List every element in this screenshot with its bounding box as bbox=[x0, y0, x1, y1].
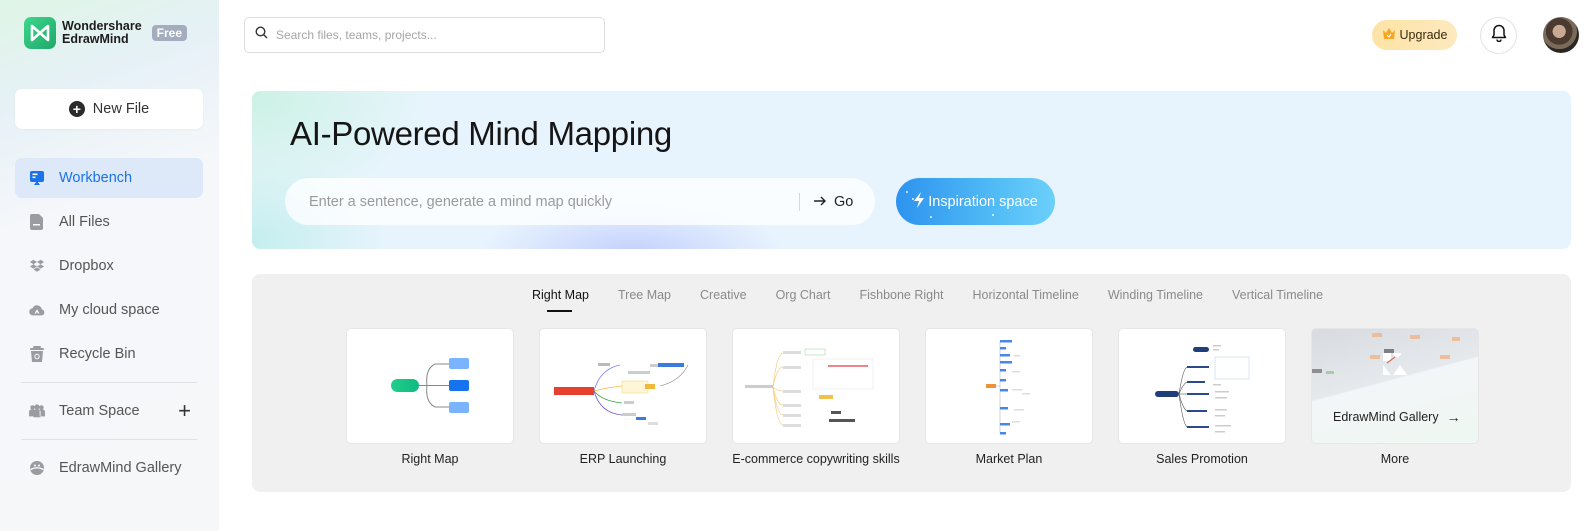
notifications-button[interactable] bbox=[1480, 17, 1517, 54]
ai-hero-banner: AI-Powered Mind Mapping Go Inspiration s… bbox=[252, 91, 1571, 249]
gallery-link-label: EdrawMind Gallery bbox=[1333, 410, 1439, 424]
gallery-link[interactable]: EdrawMind Gallery → bbox=[1333, 409, 1461, 425]
template-card-market-plan[interactable]: Market Plan bbox=[925, 328, 1093, 466]
tab-org-chart[interactable]: Org Chart bbox=[776, 288, 831, 302]
template-card-label: E-commerce copywriting skills bbox=[732, 452, 900, 466]
sparkle-decoration bbox=[906, 191, 908, 193]
new-file-button[interactable]: + New File bbox=[15, 89, 203, 129]
gallery-thumbnail: EdrawMind Gallery → bbox=[1311, 328, 1479, 444]
tab-tree-map[interactable]: Tree Map bbox=[618, 288, 671, 302]
sales-promotion-mindmap-preview-icon bbox=[1155, 345, 1250, 433]
market-plan-mindmap-preview-icon bbox=[986, 340, 1030, 435]
arrow-right-icon bbox=[814, 194, 827, 210]
dropbox-icon bbox=[29, 258, 45, 274]
template-card-more[interactable]: EdrawMind Gallery → More bbox=[1311, 328, 1479, 466]
arrow-right-icon: → bbox=[1446, 409, 1461, 425]
brand[interactable]: Wondershare EdrawMind Free bbox=[24, 17, 188, 49]
template-card-label: Sales Promotion bbox=[1156, 452, 1248, 466]
sparkle-decoration bbox=[992, 214, 994, 216]
template-cards: Right Map ERP Launching E-commerce copyw… bbox=[346, 328, 1504, 466]
tab-winding-timeline[interactable]: Winding Timeline bbox=[1108, 288, 1203, 302]
sidebar-item-recycle-bin[interactable]: Recycle Bin bbox=[15, 334, 203, 374]
go-button[interactable]: Go bbox=[814, 194, 853, 210]
sidebar-item-label: Dropbox bbox=[59, 258, 114, 274]
cloud-icon bbox=[29, 302, 45, 318]
template-card-label: Right Map bbox=[401, 452, 459, 466]
sidebar-item-label: Recycle Bin bbox=[59, 346, 136, 362]
templates-panel: Right Map Tree Map Creative Org Chart Fi… bbox=[252, 274, 1571, 492]
sidebar-item-label: Team Space bbox=[59, 403, 140, 419]
template-card-ecommerce-copywriting[interactable]: E-commerce copywriting skills bbox=[732, 328, 900, 466]
plan-badge: Free bbox=[151, 25, 188, 41]
ai-prompt-input[interactable] bbox=[309, 193, 799, 210]
plus-circle-icon: + bbox=[68, 101, 85, 117]
sidebar-item-workbench[interactable]: Workbench bbox=[15, 158, 203, 198]
go-separator bbox=[799, 192, 800, 211]
ecommerce-mindmap-preview-icon bbox=[745, 348, 874, 427]
search-bar[interactable] bbox=[244, 17, 605, 53]
search-input[interactable] bbox=[276, 28, 586, 42]
team-icon bbox=[29, 403, 45, 419]
search-icon bbox=[255, 26, 268, 44]
go-label: Go bbox=[834, 193, 854, 210]
ai-prompt-box[interactable]: Go bbox=[285, 178, 875, 225]
new-file-label: New File bbox=[92, 101, 150, 117]
trash-icon bbox=[29, 346, 45, 362]
tab-horizontal-timeline[interactable]: Horizontal Timeline bbox=[973, 288, 1079, 302]
upgrade-button[interactable]: Upgrade bbox=[1372, 20, 1457, 50]
gallery-logo-icon bbox=[1383, 349, 1407, 380]
template-card-right-map[interactable]: Right Map bbox=[346, 328, 514, 466]
upgrade-label: Upgrade bbox=[1399, 28, 1448, 42]
bell-icon bbox=[1491, 24, 1507, 47]
brand-name-line2: EdrawMind bbox=[62, 32, 129, 46]
crown-icon bbox=[1382, 27, 1396, 43]
sparkle-decoration bbox=[912, 198, 914, 200]
template-card-label: More bbox=[1380, 452, 1410, 466]
sidebar-item-cloud-space[interactable]: My cloud space bbox=[15, 290, 203, 330]
sparkle-decoration bbox=[930, 216, 932, 218]
tab-fishbone-right[interactable]: Fishbone Right bbox=[859, 288, 943, 302]
sidebar-item-label: My cloud space bbox=[59, 302, 160, 318]
erp-mindmap-preview-icon bbox=[554, 363, 689, 425]
template-thumbnail bbox=[732, 328, 900, 444]
template-tabs: Right Map Tree Map Creative Org Chart Fi… bbox=[532, 288, 1352, 312]
template-card-label: ERP Launching bbox=[579, 452, 667, 466]
sidebar-divider bbox=[21, 439, 197, 440]
tab-vertical-timeline[interactable]: Vertical Timeline bbox=[1232, 288, 1323, 302]
sidebar-item-dropbox[interactable]: Dropbox bbox=[15, 246, 203, 286]
inspiration-space-button[interactable]: Inspiration space bbox=[896, 178, 1055, 225]
edrawmind-logo-icon bbox=[24, 17, 56, 49]
right-map-preview-icon bbox=[391, 358, 469, 413]
file-icon bbox=[29, 214, 45, 230]
sidebar-item-label: EdrawMind Gallery bbox=[59, 460, 182, 476]
tab-right-map[interactable]: Right Map bbox=[532, 288, 589, 312]
brand-name: Wondershare EdrawMind bbox=[62, 20, 142, 46]
user-avatar[interactable] bbox=[1543, 17, 1579, 53]
workbench-icon bbox=[29, 170, 45, 186]
inspiration-label: Inspiration space bbox=[928, 193, 1038, 210]
sidebar-item-label: Workbench bbox=[59, 170, 133, 186]
sidebar-item-gallery[interactable]: EdrawMind Gallery bbox=[15, 448, 203, 488]
template-thumbnail bbox=[346, 328, 514, 444]
template-card-sales-promotion[interactable]: Sales Promotion bbox=[1118, 328, 1286, 466]
tab-creative[interactable]: Creative bbox=[700, 288, 747, 302]
template-thumbnail bbox=[1118, 328, 1286, 444]
sidebar-item-all-files[interactable]: All Files bbox=[15, 202, 203, 242]
sidebar-nav: Workbench All Files Dropbox My cloud spa… bbox=[15, 158, 203, 492]
lightning-icon bbox=[913, 191, 925, 212]
hero-title: AI-Powered Mind Mapping bbox=[290, 115, 672, 152]
template-thumbnail bbox=[539, 328, 707, 444]
template-card-erp-launching[interactable]: ERP Launching bbox=[539, 328, 707, 466]
template-card-label: Market Plan bbox=[975, 452, 1043, 466]
sidebar: Wondershare EdrawMind Free + New File Wo… bbox=[0, 0, 219, 531]
sidebar-divider bbox=[21, 382, 197, 383]
add-team-button[interactable]: + bbox=[178, 400, 191, 422]
template-thumbnail bbox=[925, 328, 1093, 444]
sidebar-item-label: All Files bbox=[59, 214, 110, 230]
gallery-icon bbox=[29, 460, 45, 476]
sidebar-item-team-space[interactable]: Team Space + bbox=[15, 391, 203, 431]
